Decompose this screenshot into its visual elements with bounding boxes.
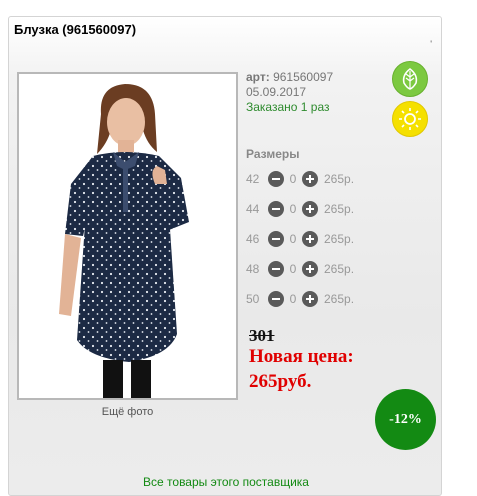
tick-mark: ' bbox=[430, 39, 432, 49]
product-title: Блузка (961560097) bbox=[14, 22, 137, 37]
old-price: 301 bbox=[249, 326, 275, 345]
size-price: 265р. bbox=[324, 202, 355, 216]
minus-icon[interactable] bbox=[268, 201, 284, 217]
size-label: 50 bbox=[246, 292, 260, 306]
minus-icon[interactable] bbox=[268, 291, 284, 307]
size-price: 265р. bbox=[324, 232, 355, 246]
size-price: 265р. bbox=[324, 292, 355, 306]
size-row-42: 42 0 265р. bbox=[246, 170, 386, 188]
more-photos-link[interactable]: Ещё фото bbox=[17, 406, 238, 418]
product-card: Блузка (961560097) ' Ещё фото арт: 96156… bbox=[8, 16, 442, 496]
quantity-value: 0 bbox=[289, 232, 297, 246]
plus-icon[interactable] bbox=[302, 171, 318, 187]
sun-icon bbox=[392, 101, 428, 137]
leaf-icon bbox=[392, 61, 428, 97]
size-row-48: 48 0 265р. bbox=[246, 260, 386, 278]
size-label: 48 bbox=[246, 262, 260, 276]
product-photo[interactable] bbox=[17, 72, 238, 400]
product-image bbox=[19, 74, 236, 398]
size-label: 46 bbox=[246, 232, 260, 246]
size-row-46: 46 0 265р. bbox=[246, 230, 386, 248]
quantity-value: 0 bbox=[289, 292, 297, 306]
plus-icon[interactable] bbox=[302, 231, 318, 247]
plus-icon[interactable] bbox=[302, 291, 318, 307]
size-price: 265р. bbox=[324, 262, 355, 276]
new-price: 265руб. bbox=[249, 371, 312, 392]
new-price-label: Новая цена: bbox=[249, 346, 354, 367]
minus-icon[interactable] bbox=[268, 171, 284, 187]
quantity-value: 0 bbox=[289, 172, 297, 186]
minus-icon[interactable] bbox=[268, 231, 284, 247]
article-value: 961560097 bbox=[273, 70, 334, 84]
minus-icon[interactable] bbox=[268, 261, 284, 277]
article-label: арт: bbox=[246, 70, 270, 84]
sizes-heading: Размеры bbox=[246, 147, 300, 161]
size-price: 265р. bbox=[324, 172, 355, 186]
order-count: Заказано 1 раз bbox=[246, 100, 330, 114]
size-label: 44 bbox=[246, 202, 260, 216]
quantity-value: 0 bbox=[289, 262, 297, 276]
size-label: 42 bbox=[246, 172, 260, 186]
plus-icon[interactable] bbox=[302, 201, 318, 217]
supplier-products-link[interactable]: Все товары этого поставщика bbox=[9, 475, 441, 489]
product-info: арт: 961560097 05.09.2017 Заказано 1 раз bbox=[246, 70, 333, 115]
product-date: 05.09.2017 bbox=[246, 85, 307, 99]
size-row-50: 50 0 265р. bbox=[246, 290, 386, 308]
size-row-44: 44 0 265р. bbox=[246, 200, 386, 218]
plus-icon[interactable] bbox=[302, 261, 318, 277]
discount-badge: -12% bbox=[375, 389, 436, 450]
quantity-value: 0 bbox=[289, 202, 297, 216]
